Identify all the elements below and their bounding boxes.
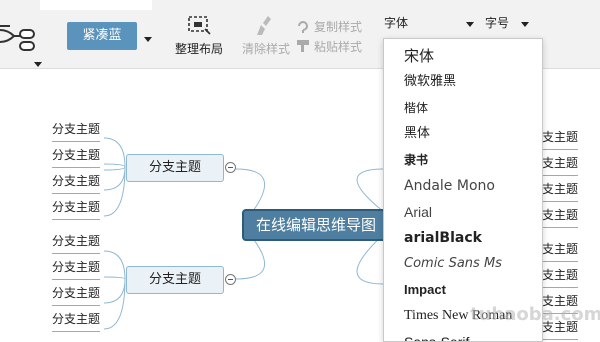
arrange-layout-button[interactable]: 整理布局: [170, 14, 228, 60]
copy-style-icon: [298, 21, 308, 33]
chevron-down-icon: [34, 62, 42, 67]
leaf-topic[interactable]: 分支主题: [52, 145, 101, 168]
leaf-topic[interactable]: 分支主题: [52, 257, 101, 280]
theme-dropdown-caret[interactable]: [144, 37, 152, 42]
font-option[interactable]: 楷体: [404, 95, 428, 121]
font-option[interactable]: 隶书: [404, 147, 428, 173]
mindmap-structure-button[interactable]: [0, 16, 44, 67]
leaf-topic[interactable]: 分支主题: [52, 197, 101, 220]
branch-topic[interactable]: 分支主题: [126, 266, 224, 294]
clear-style-label: 清除样式: [241, 42, 290, 56]
font-option[interactable]: Sans-Serif: [404, 329, 469, 341]
watermark: tuhaoba.com: [470, 304, 600, 325]
copy-style-label: 复制样式: [314, 19, 363, 34]
arrange-layout-icon: [188, 16, 211, 35]
clear-style-button[interactable]: 清除样式: [238, 14, 294, 60]
font-option[interactable]: 微软雅黑: [404, 69, 456, 95]
font-option[interactable]: Comic Sans Ms: [404, 251, 502, 277]
collapse-toggle-icon[interactable]: [225, 162, 236, 173]
font-option[interactable]: Andale Mono: [404, 173, 495, 199]
font-option[interactable]: 宋体: [404, 43, 434, 69]
font-family-dropdown: 宋体 微软雅黑 楷体 黑体 隶书 Andale Mono Arial arial…: [383, 38, 543, 342]
toolbar-tab-gap: [40, 0, 152, 10]
paste-style-button[interactable]: 粘贴样式: [296, 38, 362, 54]
copy-style-button[interactable]: 复制样式: [296, 18, 362, 34]
font-option[interactable]: Impact: [404, 277, 446, 303]
leaf-topic[interactable]: 分支主题: [52, 119, 101, 142]
font-option[interactable]: Arial: [404, 199, 432, 225]
font-family-label: 字体: [384, 16, 409, 30]
leaf-topic[interactable]: 分支主题: [52, 171, 101, 194]
chevron-down-icon: [466, 22, 474, 27]
font-option[interactable]: arialBlack: [404, 225, 482, 251]
font-family-select[interactable]: 字体: [384, 14, 476, 32]
font-size-label: 字号: [485, 16, 510, 30]
paste-style-label: 粘贴样式: [314, 39, 363, 54]
paste-style-icon: [297, 40, 309, 52]
branch-topic[interactable]: 分支主题: [126, 154, 224, 182]
leaf-topic[interactable]: 分支主题: [52, 309, 101, 332]
collapse-toggle-icon[interactable]: [225, 274, 236, 285]
theme-button[interactable]: 紧凑蓝: [67, 22, 137, 50]
leaf-topic[interactable]: 分支主题: [52, 283, 101, 306]
arrange-layout-label: 整理布局: [174, 42, 223, 56]
font-option[interactable]: 黑体: [404, 121, 430, 147]
leaf-topic[interactable]: 分支主题: [52, 231, 101, 254]
brush-icon: [257, 16, 271, 35]
font-size-select[interactable]: 字号: [485, 14, 533, 32]
mindmap-structure-icon: [0, 25, 35, 51]
chevron-down-icon: [521, 22, 529, 27]
